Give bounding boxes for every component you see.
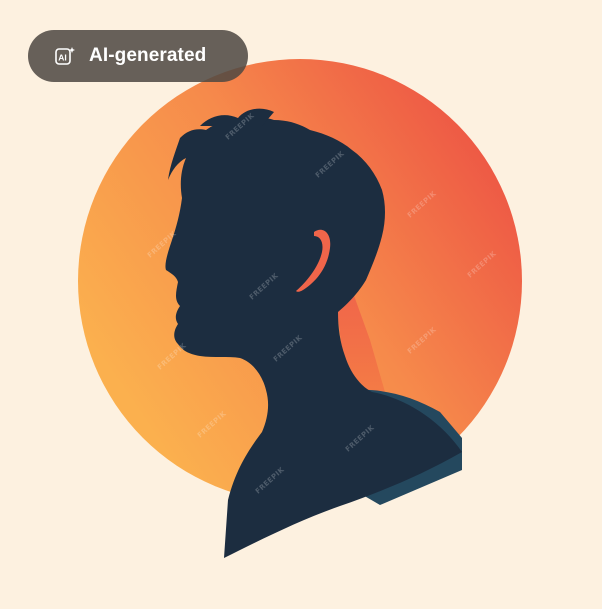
artwork-canvas: FREEPIK FREEPIK FREEPIK FREEPIK FREEPIK … [0, 0, 602, 609]
silhouette-illustration: FREEPIK FREEPIK FREEPIK FREEPIK FREEPIK … [78, 59, 522, 559]
ai-generated-label: AI-generated [89, 45, 207, 66]
svg-text:AI: AI [58, 53, 66, 63]
ai-generated-badge: AI AI-generated [28, 30, 248, 82]
ai-sparkle-icon: AI [54, 45, 76, 67]
